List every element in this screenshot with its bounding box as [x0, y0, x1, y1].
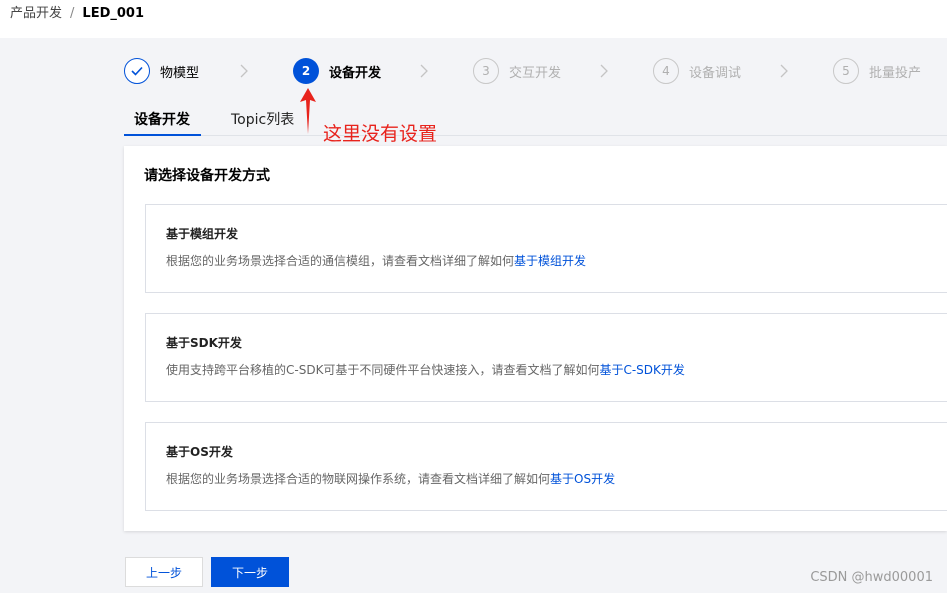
previous-step-button[interactable]: 上一步: [125, 557, 203, 587]
option-module-development[interactable]: 基于模组开发 根据您的业务场景选择合适的通信模组，请查看文档详细了解如何基于模组…: [145, 204, 947, 293]
annotation-arrow-icon: [300, 88, 316, 134]
step-3-label: 交互开发: [509, 65, 562, 81]
step-3-number: 3: [473, 58, 499, 84]
watermark: CSDN @hwd00001: [810, 570, 933, 585]
option-description: 使用支持跨平台移植的C-SDK可基于不同硬件平台快速接入，请查看文档了解如何基于…: [166, 361, 685, 379]
option-doc-link[interactable]: 基于模组开发: [514, 254, 586, 268]
option-description: 根据您的业务场景选择合适的物联网操作系统，请查看文档详细了解如何基于OS开发: [166, 470, 615, 488]
breadcrumb-separator: /: [70, 6, 75, 21]
option-title: 基于模组开发: [166, 227, 239, 241]
top-bar: 产品开发 / LED_001: [0, 0, 947, 38]
tab-bar: 设备开发 Topic列表: [124, 104, 947, 136]
breadcrumb: 产品开发 / LED_001: [10, 4, 144, 24]
step-2[interactable]: 2 设备开发: [293, 58, 381, 84]
step-2-number: 2: [293, 58, 319, 84]
active-tab-underline: [124, 134, 201, 136]
breadcrumb-parent-link[interactable]: 产品开发: [10, 4, 62, 24]
option-desc-text: 根据您的业务场景选择合适的物联网操作系统，请查看文档详细了解如何: [166, 472, 551, 486]
chevron-right-icon: [780, 64, 788, 78]
panel-title: 请选择设备开发方式: [144, 168, 270, 184]
tab-label: 设备开发: [134, 112, 190, 128]
check-icon: [124, 58, 150, 84]
step-4[interactable]: 4 设备调试: [653, 58, 741, 84]
step-4-label: 设备调试: [689, 65, 742, 81]
tab-topic-list[interactable]: Topic列表: [231, 110, 294, 130]
tab-label: Topic列表: [231, 112, 295, 128]
option-sdk-development[interactable]: 基于SDK开发 使用支持跨平台移植的C-SDK可基于不同硬件平台快速接入，请查看…: [145, 313, 947, 402]
step-5[interactable]: 5 批量投产: [833, 58, 921, 84]
step-3[interactable]: 3 交互开发: [473, 58, 561, 84]
option-title: 基于SDK开发: [166, 336, 242, 350]
option-desc-text: 使用支持跨平台移植的C-SDK可基于不同硬件平台快速接入，请查看文档了解如何: [166, 363, 600, 377]
step-1[interactable]: 物模型: [124, 58, 199, 84]
option-doc-link[interactable]: 基于C-SDK开发: [599, 363, 684, 377]
step-5-number: 5: [833, 58, 859, 84]
step-5-label: 批量投产: [869, 65, 922, 81]
chevron-right-icon: [420, 64, 428, 78]
option-description: 根据您的业务场景选择合适的通信模组，请查看文档详细了解如何基于模组开发: [166, 252, 586, 270]
option-doc-link[interactable]: 基于OS开发: [550, 472, 615, 486]
breadcrumb-current: LED_001: [82, 6, 144, 21]
option-os-development[interactable]: 基于OS开发 根据您的业务场景选择合适的物联网操作系统，请查看文档详细了解如何基…: [145, 422, 947, 511]
option-title: 基于OS开发: [166, 445, 233, 459]
tab-device-development[interactable]: 设备开发: [134, 110, 190, 130]
step-2-label: 设备开发: [329, 65, 382, 81]
chevron-right-icon: [600, 64, 608, 78]
step-1-label: 物模型: [160, 65, 200, 81]
option-desc-text: 根据您的业务场景选择合适的通信模组，请查看文档详细了解如何: [166, 254, 515, 268]
chevron-right-icon: [240, 64, 248, 78]
annotation-text: 这里没有设置: [323, 123, 438, 145]
step-4-number: 4: [653, 58, 679, 84]
next-step-button[interactable]: 下一步: [211, 557, 289, 587]
development-method-panel: 请选择设备开发方式 基于模组开发 根据您的业务场景选择合适的通信模组，请查看文档…: [124, 146, 947, 531]
